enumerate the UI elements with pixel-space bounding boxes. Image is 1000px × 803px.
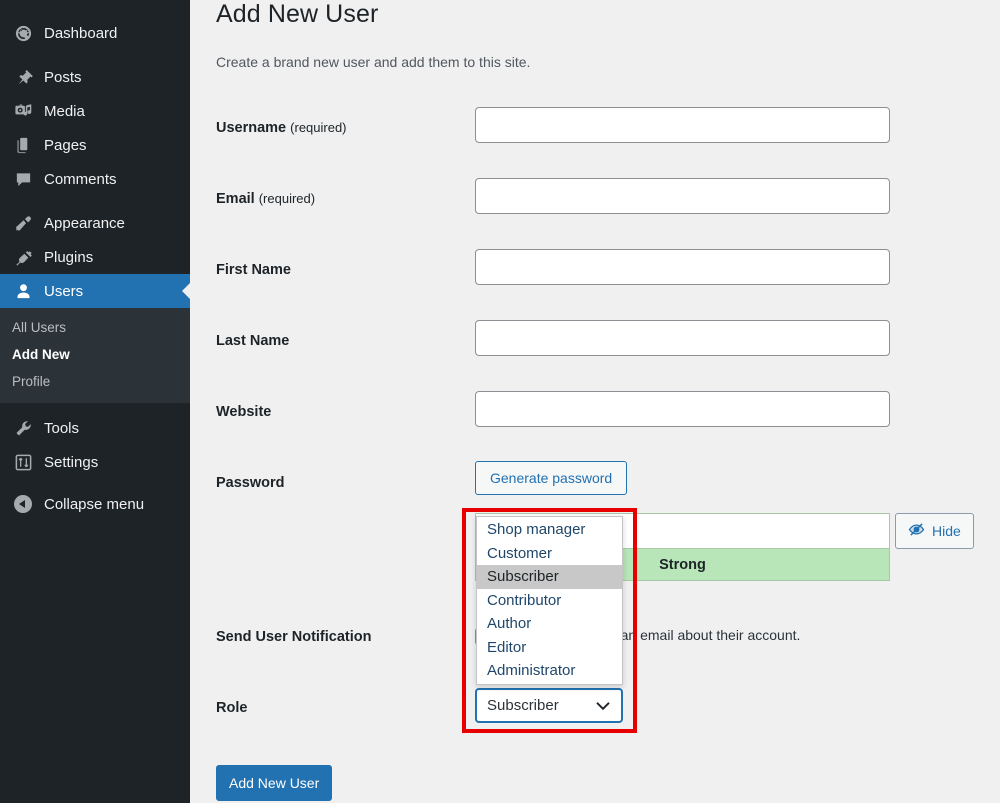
sliders-icon	[12, 452, 34, 472]
sidebar-item-dashboard[interactable]: Dashboard	[0, 16, 190, 50]
admin-sidebar: Dashboard Posts Media	[0, 0, 190, 803]
first-name-input[interactable]	[475, 249, 890, 285]
sidebar-item-plugins[interactable]: Plugins	[0, 240, 190, 274]
sidebar-divider	[0, 50, 190, 60]
sidebar-item-add-new[interactable]: Add New	[0, 341, 190, 368]
website-input[interactable]	[475, 391, 890, 427]
user-icon	[12, 281, 34, 301]
sidebar-item-comments[interactable]: Comments	[0, 162, 190, 196]
sidebar-item-media[interactable]: Media	[0, 94, 190, 128]
sidebar-item-pages[interactable]: Pages	[0, 128, 190, 162]
wrench-icon	[12, 418, 34, 438]
media-camera-icon	[12, 101, 34, 121]
sidebar-divider	[0, 196, 190, 206]
website-label: Website	[216, 404, 271, 420]
plug-icon	[12, 247, 34, 267]
first-name-label: First Name	[216, 262, 291, 278]
collapse-menu-button[interactable]: Collapse menu	[0, 487, 190, 521]
pages-stack-icon	[12, 135, 34, 155]
role-select[interactable]: Subscriber	[475, 688, 623, 723]
hide-password-button[interactable]: Hide	[895, 513, 974, 549]
username-required-note: (required)	[290, 120, 346, 135]
role-option-shop-manager[interactable]: Shop manager	[477, 518, 622, 542]
chevron-down-icon	[596, 697, 610, 714]
password-label: Password	[216, 475, 285, 491]
role-selected-value: Subscriber	[487, 697, 559, 714]
sidebar-item-users[interactable]: Users	[0, 274, 190, 308]
sidebar-item-label: Plugins	[44, 249, 93, 266]
username-label: Username (required)	[216, 120, 347, 136]
hide-password-label: Hide	[932, 523, 961, 539]
email-input[interactable]	[475, 178, 890, 214]
pushpin-icon	[12, 67, 34, 87]
page-title: Add New User	[216, 0, 378, 29]
email-label: Email (required)	[216, 191, 315, 207]
eye-slash-icon	[908, 521, 925, 541]
speech-bubble-icon	[12, 169, 34, 189]
send-notification-label: Send User Notification	[216, 629, 372, 645]
last-name-label: Last Name	[216, 333, 289, 349]
email-required-note: (required)	[259, 191, 315, 206]
add-new-user-submit-button[interactable]: Add New User	[216, 765, 332, 801]
role-option-administrator[interactable]: Administrator	[477, 659, 622, 683]
sidebar-item-label: Tools	[44, 420, 79, 437]
sidebar-item-label: Posts	[44, 69, 82, 86]
dashboard-gauge-icon	[12, 23, 34, 43]
sidebar-item-label: Media	[44, 103, 85, 120]
main-content: Add New User Create a brand new user and…	[190, 0, 1000, 803]
sidebar-item-tools[interactable]: Tools	[0, 411, 190, 445]
page-description: Create a brand new user and add them to …	[216, 54, 530, 70]
sidebar-item-appearance[interactable]: Appearance	[0, 206, 190, 240]
sidebar-item-profile[interactable]: Profile	[0, 368, 190, 395]
role-option-contributor[interactable]: Contributor	[477, 589, 622, 613]
role-dropdown-list[interactable]: Shop manager Customer Subscriber Contrib…	[476, 516, 623, 685]
sidebar-item-label: Settings	[44, 454, 98, 471]
role-label: Role	[216, 700, 247, 716]
users-submenu: All Users Add New Profile	[0, 308, 190, 403]
sidebar-item-label: Comments	[44, 171, 117, 188]
role-option-editor[interactable]: Editor	[477, 636, 622, 660]
collapse-arrow-icon	[12, 494, 34, 514]
sidebar-item-label: Pages	[44, 137, 87, 154]
collapse-menu-label: Collapse menu	[44, 496, 144, 513]
sidebar-item-settings[interactable]: Settings	[0, 445, 190, 479]
wordpress-admin-page: Dashboard Posts Media	[0, 0, 1000, 803]
paintbrush-icon	[12, 213, 34, 233]
sidebar-item-posts[interactable]: Posts	[0, 60, 190, 94]
last-name-input[interactable]	[475, 320, 890, 356]
sidebar-item-all-users[interactable]: All Users	[0, 314, 190, 341]
username-input[interactable]	[475, 107, 890, 143]
role-option-author[interactable]: Author	[477, 612, 622, 636]
generate-password-button[interactable]: Generate password	[475, 461, 627, 495]
password-strength-label: Strong	[659, 557, 706, 573]
sidebar-item-label: Dashboard	[44, 25, 117, 42]
role-option-subscriber[interactable]: Subscriber	[477, 565, 622, 589]
sidebar-item-label: Appearance	[44, 215, 125, 232]
role-option-customer[interactable]: Customer	[477, 542, 622, 566]
sidebar-item-label: Users	[44, 283, 83, 300]
